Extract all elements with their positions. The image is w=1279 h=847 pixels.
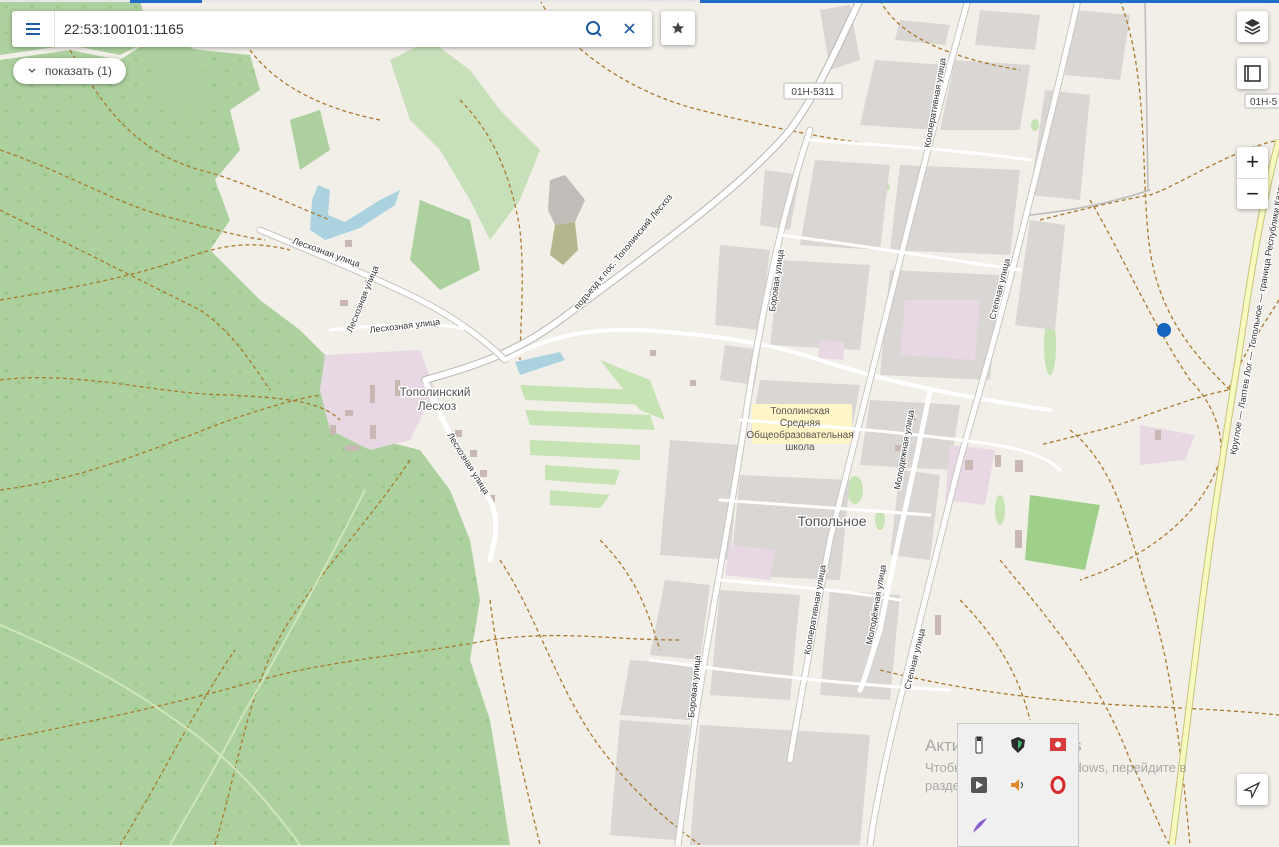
network-alert-icon[interactable] bbox=[1047, 734, 1069, 756]
show-results-toggle[interactable]: показать (1) bbox=[13, 58, 126, 84]
geolocate-button[interactable] bbox=[1237, 774, 1268, 805]
progress-line-active-2 bbox=[700, 0, 1279, 3]
feather-icon[interactable] bbox=[968, 814, 990, 836]
label-village: Топольное bbox=[797, 513, 866, 529]
opera-icon[interactable] bbox=[1047, 774, 1069, 796]
star-icon bbox=[671, 22, 685, 34]
location-marker[interactable] bbox=[1157, 323, 1171, 337]
security-shield-icon[interactable] bbox=[1007, 734, 1029, 756]
menu-icon-bar bbox=[26, 23, 40, 25]
zoom-out-button[interactable]: − bbox=[1237, 178, 1268, 210]
volume-icon[interactable] bbox=[1007, 774, 1029, 796]
road-shield-edge: 01Н-5 bbox=[1244, 93, 1279, 109]
layers-icon bbox=[1244, 19, 1261, 35]
navigation-arrow-icon bbox=[1242, 781, 1261, 800]
show-results-label: показать (1) bbox=[45, 64, 112, 78]
search-bar bbox=[12, 11, 652, 47]
app-tray-icon[interactable] bbox=[968, 774, 990, 796]
road-shield-main: 01Н-5311 bbox=[783, 82, 843, 100]
legend-button[interactable] bbox=[1237, 58, 1268, 89]
search-input[interactable] bbox=[64, 11, 574, 47]
usb-device-icon[interactable] bbox=[968, 734, 990, 756]
label-settlement-2: Лесхоз bbox=[418, 399, 457, 413]
label-school-2: Средняя bbox=[780, 418, 820, 429]
map-canvas[interactable]: 01Н-5311 01Н-5 Топольное Тополинский Лес… bbox=[0, 0, 1279, 845]
road-shield-main-label: 01Н-5311 bbox=[791, 87, 835, 98]
label-school-4: школа bbox=[785, 442, 815, 453]
close-icon bbox=[624, 23, 635, 34]
search-button[interactable] bbox=[578, 11, 610, 47]
label-school-3: Общеобразовательная bbox=[746, 429, 853, 441]
menu-icon-bar bbox=[26, 33, 40, 35]
menu-icon-bar bbox=[26, 28, 40, 30]
label-settlement-1: Тополинский bbox=[400, 385, 471, 399]
tray-overflow-panel bbox=[957, 723, 1079, 847]
favorites-button[interactable] bbox=[661, 11, 695, 45]
label-school-1: Тополинская bbox=[770, 406, 829, 417]
chevron-down-icon bbox=[27, 58, 37, 95]
progress-line-active bbox=[130, 0, 202, 3]
zoom-control: + − bbox=[1237, 147, 1268, 209]
menu-button[interactable] bbox=[12, 11, 55, 47]
layers-button[interactable] bbox=[1237, 11, 1268, 42]
film-icon bbox=[1244, 65, 1261, 82]
search-icon bbox=[586, 21, 602, 37]
zoom-in-button[interactable]: + bbox=[1237, 147, 1268, 178]
clear-button[interactable] bbox=[614, 11, 646, 47]
road-shield-edge-label: 01Н-5 bbox=[1250, 97, 1278, 108]
